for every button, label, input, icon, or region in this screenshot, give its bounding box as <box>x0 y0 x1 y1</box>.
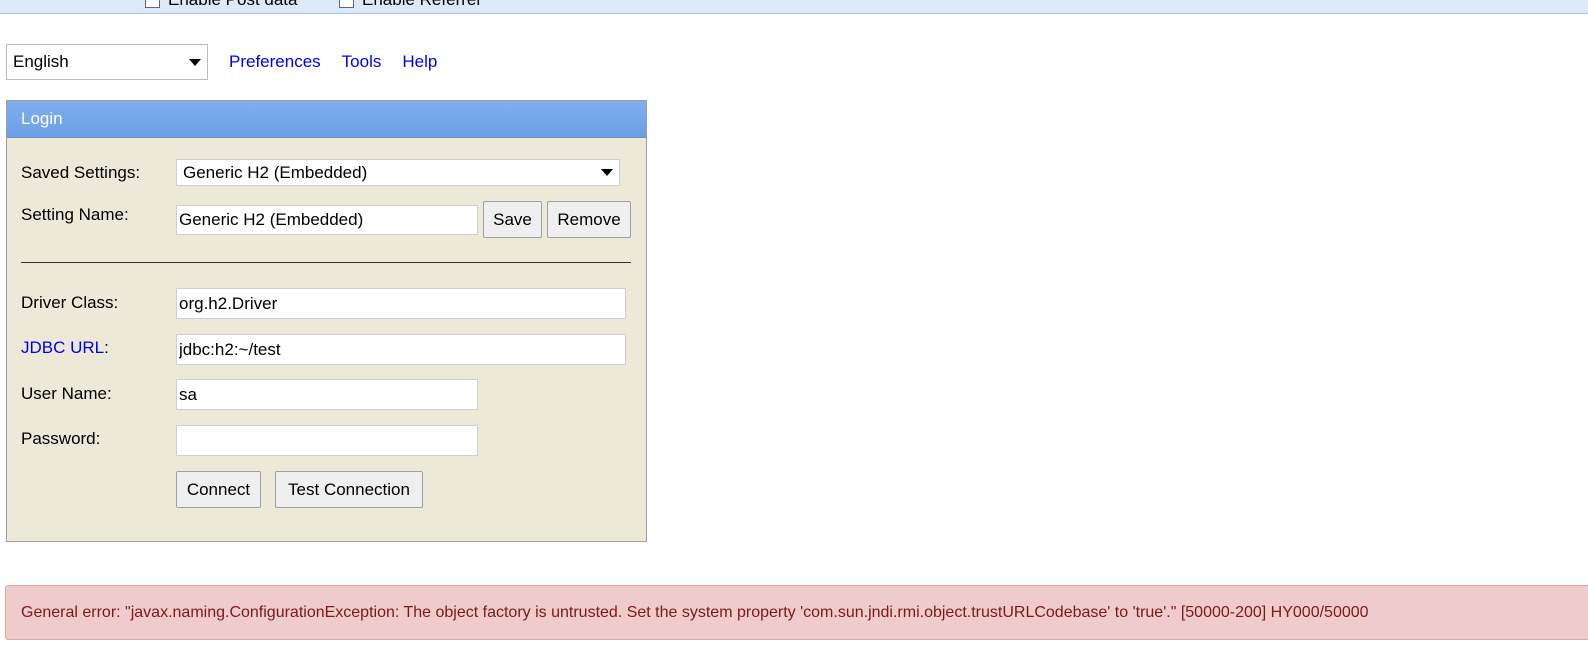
error-message: General error: "javax.naming.Configurati… <box>5 585 1588 640</box>
driver-class-label: Driver Class: <box>21 293 119 312</box>
language-value: English <box>13 52 69 71</box>
checkbox-box[interactable] <box>145 0 160 8</box>
language-select[interactable]: English <box>6 44 208 80</box>
enable-referrer-checkbox[interactable]: Enable Referrer <box>339 0 482 10</box>
jdbc-url-input[interactable] <box>176 334 626 365</box>
chevron-down-icon <box>601 169 613 176</box>
user-name-input[interactable] <box>176 379 478 410</box>
checkbox-box[interactable] <box>339 0 354 8</box>
save-button[interactable]: Save <box>483 201 542 238</box>
preferences-link[interactable]: Preferences <box>229 52 321 72</box>
jdbc-url-colon: : <box>104 338 109 357</box>
login-panel-header: Login <box>7 101 646 138</box>
jdbc-url-label: JDBC URL: <box>21 338 109 358</box>
tools-link[interactable]: Tools <box>342 52 382 72</box>
setting-name-input[interactable] <box>176 205 478 235</box>
top-toolbar: Enable Post data Enable Referrer <box>0 0 1588 14</box>
password-input[interactable] <box>176 425 478 456</box>
enable-referrer-label: Enable Referrer <box>362 0 482 10</box>
login-title: Login <box>21 109 63 128</box>
test-connection-button[interactable]: Test Connection <box>275 471 423 508</box>
saved-settings-value: Generic H2 (Embedded) <box>183 162 368 182</box>
enable-post-data-label: Enable Post data <box>168 0 297 10</box>
driver-class-input[interactable] <box>176 288 626 319</box>
setting-name-label: Setting Name: <box>21 205 129 224</box>
connect-button[interactable]: Connect <box>176 471 261 508</box>
help-link[interactable]: Help <box>402 52 437 72</box>
login-panel: Login Saved Settings: Generic H2 (Embedd… <box>6 100 647 542</box>
top-nav: Preferences Tools Help <box>229 52 437 72</box>
chevron-down-icon <box>189 58 201 66</box>
user-name-label: User Name: <box>21 384 112 403</box>
error-text: General error: "javax.naming.Configurati… <box>21 603 1369 621</box>
saved-settings-select[interactable]: Generic H2 (Embedded) <box>176 159 620 186</box>
jdbc-url-link[interactable]: JDBC URL <box>21 338 104 357</box>
saved-settings-label: Saved Settings: <box>21 163 141 182</box>
remove-button[interactable]: Remove <box>547 201 631 238</box>
password-label: Password: <box>21 429 101 448</box>
divider <box>21 262 631 263</box>
enable-post-data-checkbox[interactable]: Enable Post data <box>145 0 297 10</box>
